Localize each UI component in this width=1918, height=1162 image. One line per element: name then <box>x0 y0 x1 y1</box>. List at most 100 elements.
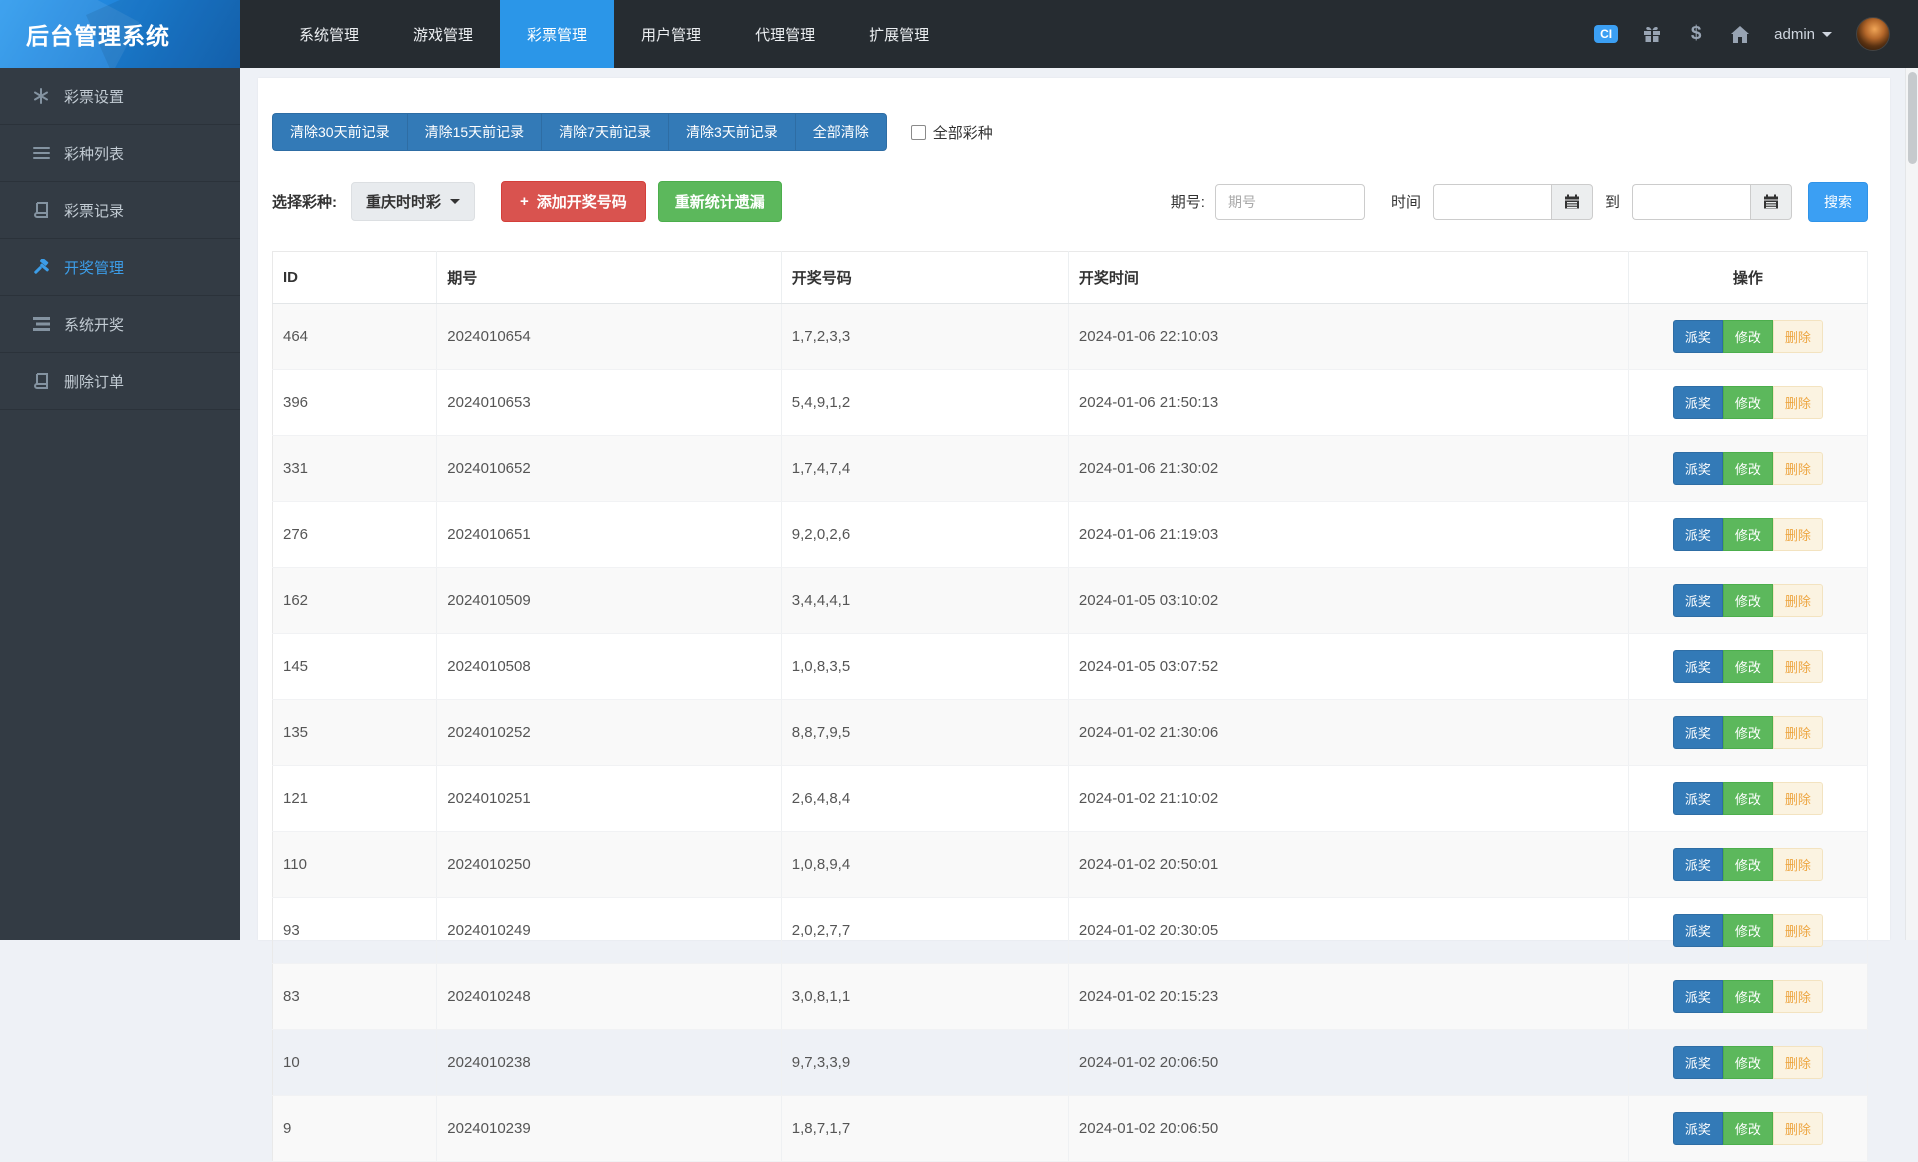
pay-button[interactable]: 派奖 <box>1673 518 1723 551</box>
dollar-icon[interactable]: $ <box>1686 24 1706 44</box>
username: admin <box>1774 26 1815 43</box>
pay-button[interactable]: 派奖 <box>1673 782 1723 815</box>
nav-tab-agent[interactable]: 代理管理 <box>728 0 842 68</box>
delete-button[interactable]: 删除 <box>1773 716 1823 749</box>
nav-tab-extend[interactable]: 扩展管理 <box>842 0 956 68</box>
nav-tab-game[interactable]: 游戏管理 <box>386 0 500 68</box>
pay-button[interactable]: 派奖 <box>1673 716 1723 749</box>
edit-button[interactable]: 修改 <box>1723 452 1773 485</box>
cell-issue: 2024010252 <box>437 700 782 766</box>
row-action-group: 派奖 修改 删除 <box>1673 452 1823 485</box>
content-panel: 清除30天前记录 清除15天前记录 清除7天前记录 清除3天前记录 全部清除 全… <box>258 78 1890 940</box>
delete-button[interactable]: 删除 <box>1773 914 1823 947</box>
tasks-icon <box>32 315 50 333</box>
edit-button[interactable]: 修改 <box>1723 320 1773 353</box>
pay-button[interactable]: 派奖 <box>1673 386 1723 419</box>
edit-button[interactable]: 修改 <box>1723 914 1773 947</box>
cell-issue: 2024010250 <box>437 832 782 898</box>
sidebar-item-lottery-settings[interactable]: 彩票设置 <box>0 68 240 125</box>
home-icon[interactable] <box>1730 24 1750 44</box>
delete-button[interactable]: 删除 <box>1773 320 1823 353</box>
cell-id: 276 <box>273 502 437 568</box>
app-logo: 后台管理系统 <box>0 0 240 68</box>
recount-omission-button[interactable]: 重新统计遗漏 <box>658 181 782 222</box>
nav-tab-lottery[interactable]: 彩票管理 <box>500 0 614 68</box>
delete-button[interactable]: 删除 <box>1773 980 1823 1013</box>
pay-button[interactable]: 派奖 <box>1673 320 1723 353</box>
sidebar-item-draw-management[interactable]: 开奖管理 <box>0 239 240 296</box>
nav-tab-system[interactable]: 系统管理 <box>272 0 386 68</box>
edit-button[interactable]: 修改 <box>1723 1046 1773 1079</box>
col-issue: 期号 <box>437 252 782 304</box>
vertical-scrollbar[interactable] <box>1905 68 1918 940</box>
delete-button[interactable]: 删除 <box>1773 848 1823 881</box>
avatar[interactable] <box>1856 17 1890 51</box>
clear-all-button[interactable]: 全部清除 <box>795 113 887 151</box>
time-from-group <box>1433 184 1593 220</box>
table-row: 145 2024010508 1,0,8,3,5 2024-01-05 03:0… <box>273 634 1868 700</box>
delete-button[interactable]: 删除 <box>1773 1046 1823 1079</box>
edit-button[interactable]: 修改 <box>1723 518 1773 551</box>
filter-right: 期号: 时间 到 <box>1171 182 1868 222</box>
table-row: 396 2024010653 5,4,9,1,2 2024-01-06 21:5… <box>273 370 1868 436</box>
time-to-input[interactable] <box>1632 184 1750 220</box>
pay-button[interactable]: 派奖 <box>1673 1046 1723 1079</box>
edit-button[interactable]: 修改 <box>1723 1112 1773 1145</box>
cell-id: 162 <box>273 568 437 634</box>
delete-button[interactable]: 删除 <box>1773 452 1823 485</box>
sidebar-item-lottery-types[interactable]: 彩种列表 <box>0 125 240 182</box>
delete-button[interactable]: 删除 <box>1773 518 1823 551</box>
delete-button[interactable]: 删除 <box>1773 650 1823 683</box>
clear-30d-button[interactable]: 清除30天前记录 <box>272 113 407 151</box>
lottery-select-dropdown[interactable]: 重庆时时彩 <box>351 182 475 221</box>
pay-button[interactable]: 派奖 <box>1673 584 1723 617</box>
sidebar-item-lottery-records[interactable]: 彩票记录 <box>0 182 240 239</box>
ci-badge-icon[interactable]: CI <box>1594 25 1618 43</box>
edit-button[interactable]: 修改 <box>1723 848 1773 881</box>
edit-button[interactable]: 修改 <box>1723 980 1773 1013</box>
user-menu[interactable]: admin <box>1774 26 1832 43</box>
nav-tab-user[interactable]: 用户管理 <box>614 0 728 68</box>
add-draw-number-button[interactable]: + 添加开奖号码 <box>501 181 646 222</box>
delete-button[interactable]: 删除 <box>1773 584 1823 617</box>
pay-button[interactable]: 派奖 <box>1673 1112 1723 1145</box>
sidebar-item-delete-orders[interactable]: 删除订单 <box>0 353 240 410</box>
row-action-group: 派奖 修改 删除 <box>1673 980 1823 1013</box>
cell-numbers: 2,0,2,7,7 <box>781 898 1068 964</box>
edit-button[interactable]: 修改 <box>1723 716 1773 749</box>
cell-issue: 2024010653 <box>437 370 782 436</box>
pay-button[interactable]: 派奖 <box>1673 914 1723 947</box>
edit-button[interactable]: 修改 <box>1723 584 1773 617</box>
scrollbar-thumb[interactable] <box>1908 72 1917 164</box>
search-button[interactable]: 搜索 <box>1808 182 1868 222</box>
pay-button[interactable]: 派奖 <box>1673 452 1723 485</box>
cell-numbers: 1,8,7,1,7 <box>781 1096 1068 1162</box>
pay-button[interactable]: 派奖 <box>1673 980 1723 1013</box>
clear-15d-button[interactable]: 清除15天前记录 <box>407 113 542 151</box>
cell-time: 2024-01-02 21:10:02 <box>1068 766 1628 832</box>
sidebar-item-label: 删除订单 <box>64 371 124 392</box>
pay-button[interactable]: 派奖 <box>1673 848 1723 881</box>
time-from-input[interactable] <box>1433 184 1551 220</box>
time-to-group <box>1632 184 1792 220</box>
sidebar-item-system-draw[interactable]: 系统开奖 <box>0 296 240 353</box>
cell-actions: 派奖 修改 删除 <box>1628 700 1867 766</box>
cell-actions: 派奖 修改 删除 <box>1628 634 1867 700</box>
edit-button[interactable]: 修改 <box>1723 386 1773 419</box>
edit-button[interactable]: 修改 <box>1723 650 1773 683</box>
calendar-icon[interactable] <box>1750 184 1792 220</box>
edit-button[interactable]: 修改 <box>1723 782 1773 815</box>
clear-7d-button[interactable]: 清除7天前记录 <box>541 113 668 151</box>
clear-3d-button[interactable]: 清除3天前记录 <box>668 113 795 151</box>
delete-button[interactable]: 删除 <box>1773 1112 1823 1145</box>
issue-input[interactable] <box>1215 184 1365 220</box>
cell-id: 464 <box>273 304 437 370</box>
gift-icon[interactable] <box>1642 24 1662 44</box>
cell-issue: 2024010248 <box>437 964 782 1030</box>
calendar-icon[interactable] <box>1551 184 1593 220</box>
all-lottery-checkbox[interactable] <box>911 125 926 140</box>
delete-button[interactable]: 删除 <box>1773 386 1823 419</box>
pay-button[interactable]: 派奖 <box>1673 650 1723 683</box>
cell-actions: 派奖 修改 删除 <box>1628 1096 1867 1162</box>
delete-button[interactable]: 删除 <box>1773 782 1823 815</box>
